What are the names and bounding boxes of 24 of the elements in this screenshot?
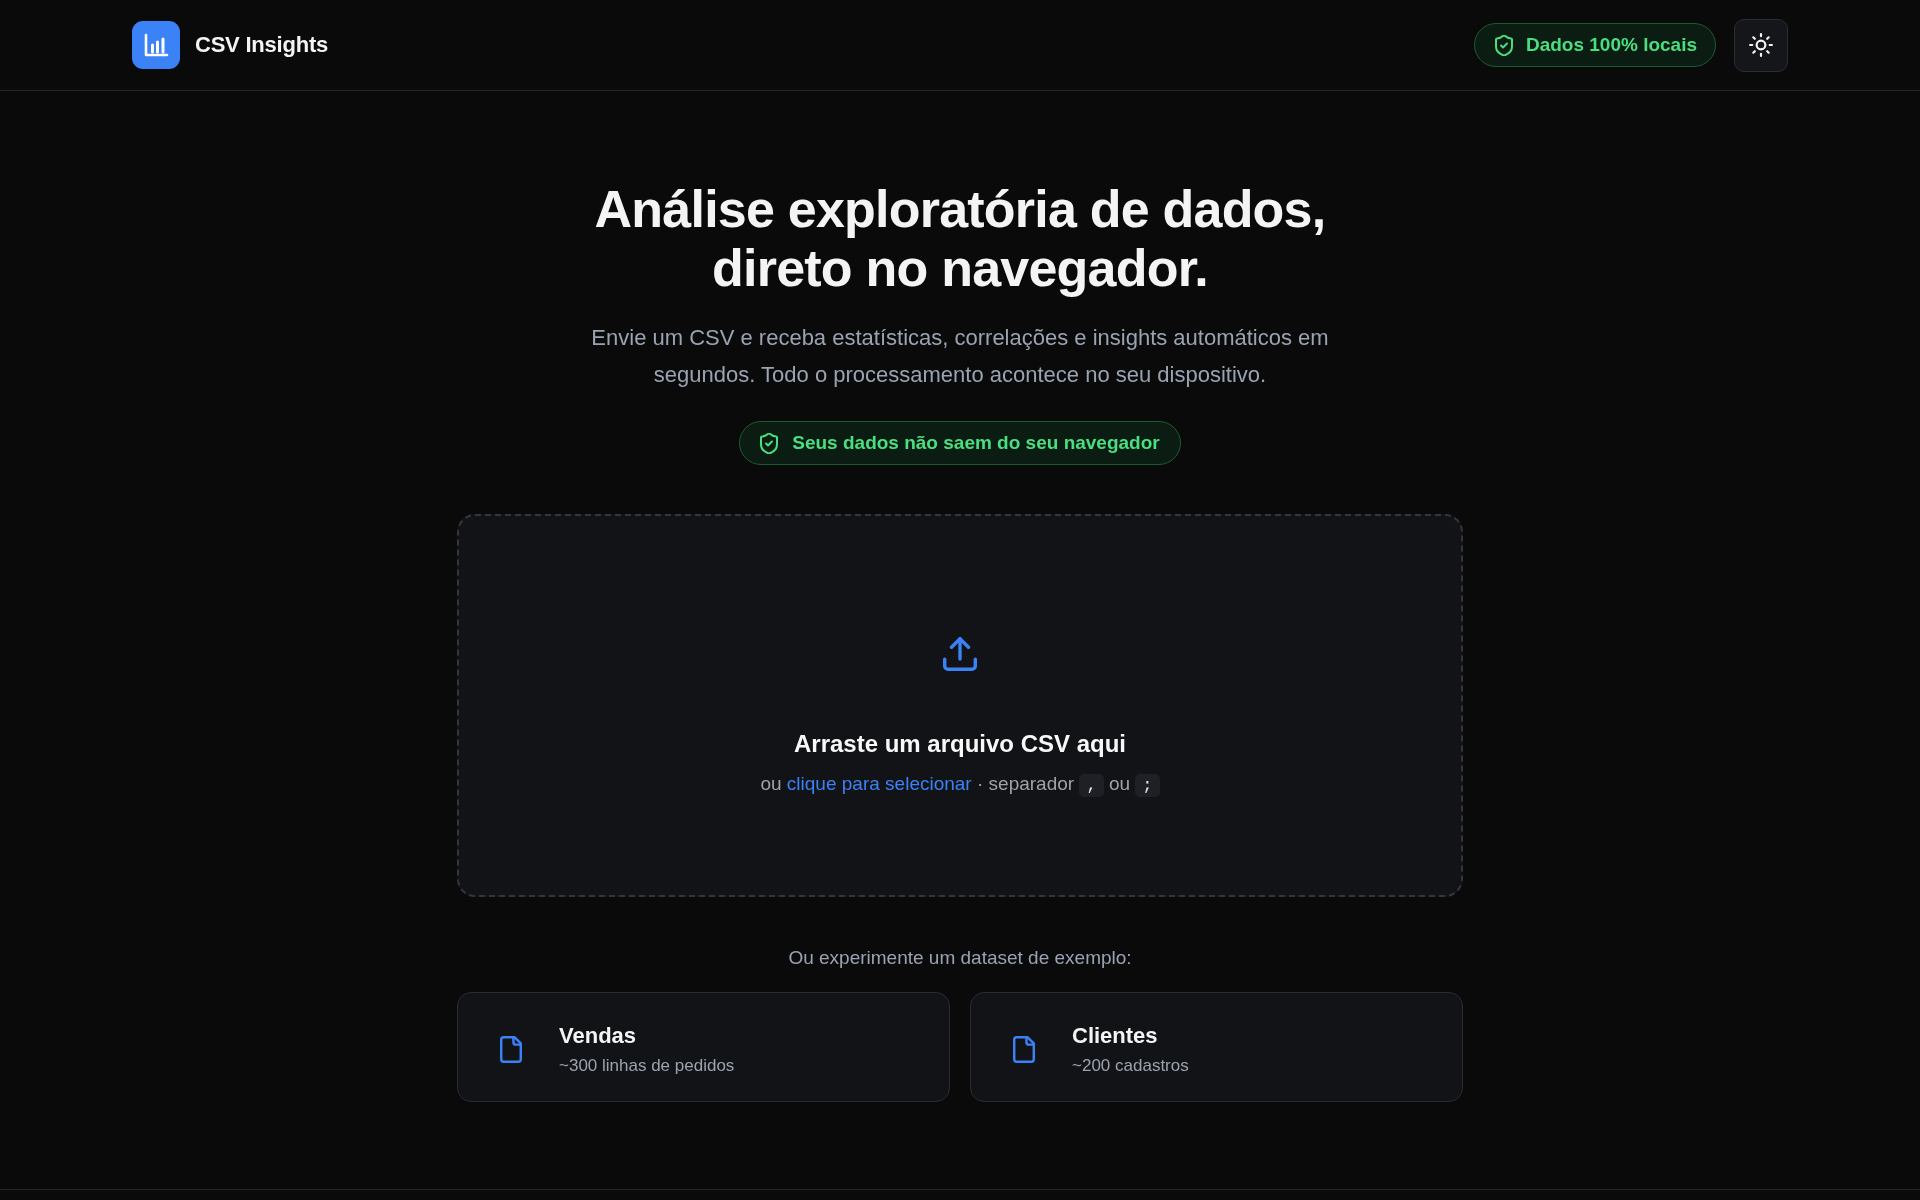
hero-title: Análise exploratória de dados, direto no navegador. — [593, 180, 1327, 298]
select-file-link[interactable]: clique para selecionar — [786, 773, 972, 794]
dataset-name: Vendas — [559, 1022, 638, 1050]
privacy-text: Dados 100% locais — [1525, 34, 1697, 56]
dataset-description: ~200 cadastros — [1072, 1055, 1189, 1077]
file-icon — [1013, 1036, 1035, 1063]
upload-dropzone[interactable]: Arraste um arquivo CSV aqui ou clique para selecionar · separador , ou ; — [457, 514, 1463, 897]
dataset-description: ~300 linhas de pedidos — [559, 1055, 735, 1077]
shield-check-icon — [760, 432, 779, 454]
dropzone-hint: ou clique para selecionar · separador , ou ; — [760, 770, 1160, 800]
privacy-text: Seus dados não saem do seu navegador — [792, 432, 1160, 454]
shield-check-icon — [1494, 34, 1513, 56]
bar-chart-logo-icon — [132, 21, 180, 69]
sample-dataset-card[interactable]: Vendas ~300 linhas de pedidos — [457, 992, 950, 1102]
dropzone-title: Arraste um arquivo CSV aqui — [793, 729, 1127, 759]
upload-icon — [943, 637, 977, 671]
app-name: CSV Insights — [195, 32, 329, 58]
samples-prompt: Ou experimente um dataset de exemplo: — [788, 946, 1132, 970]
hero-subtitle: Envie um CSV e receba estatísticas, correlações e insights automáticos em segundos. Todo o processamento acontece no seu dispositivo. — [590, 324, 1330, 389]
dataset-name: Clientes — [1072, 1022, 1159, 1050]
file-icon — [500, 1036, 522, 1063]
sun-icon — [1749, 33, 1773, 57]
theme-toggle-button[interactable] — [1734, 18, 1788, 72]
sample-dataset-card[interactable]: Clientes ~200 cadastros — [970, 992, 1463, 1102]
